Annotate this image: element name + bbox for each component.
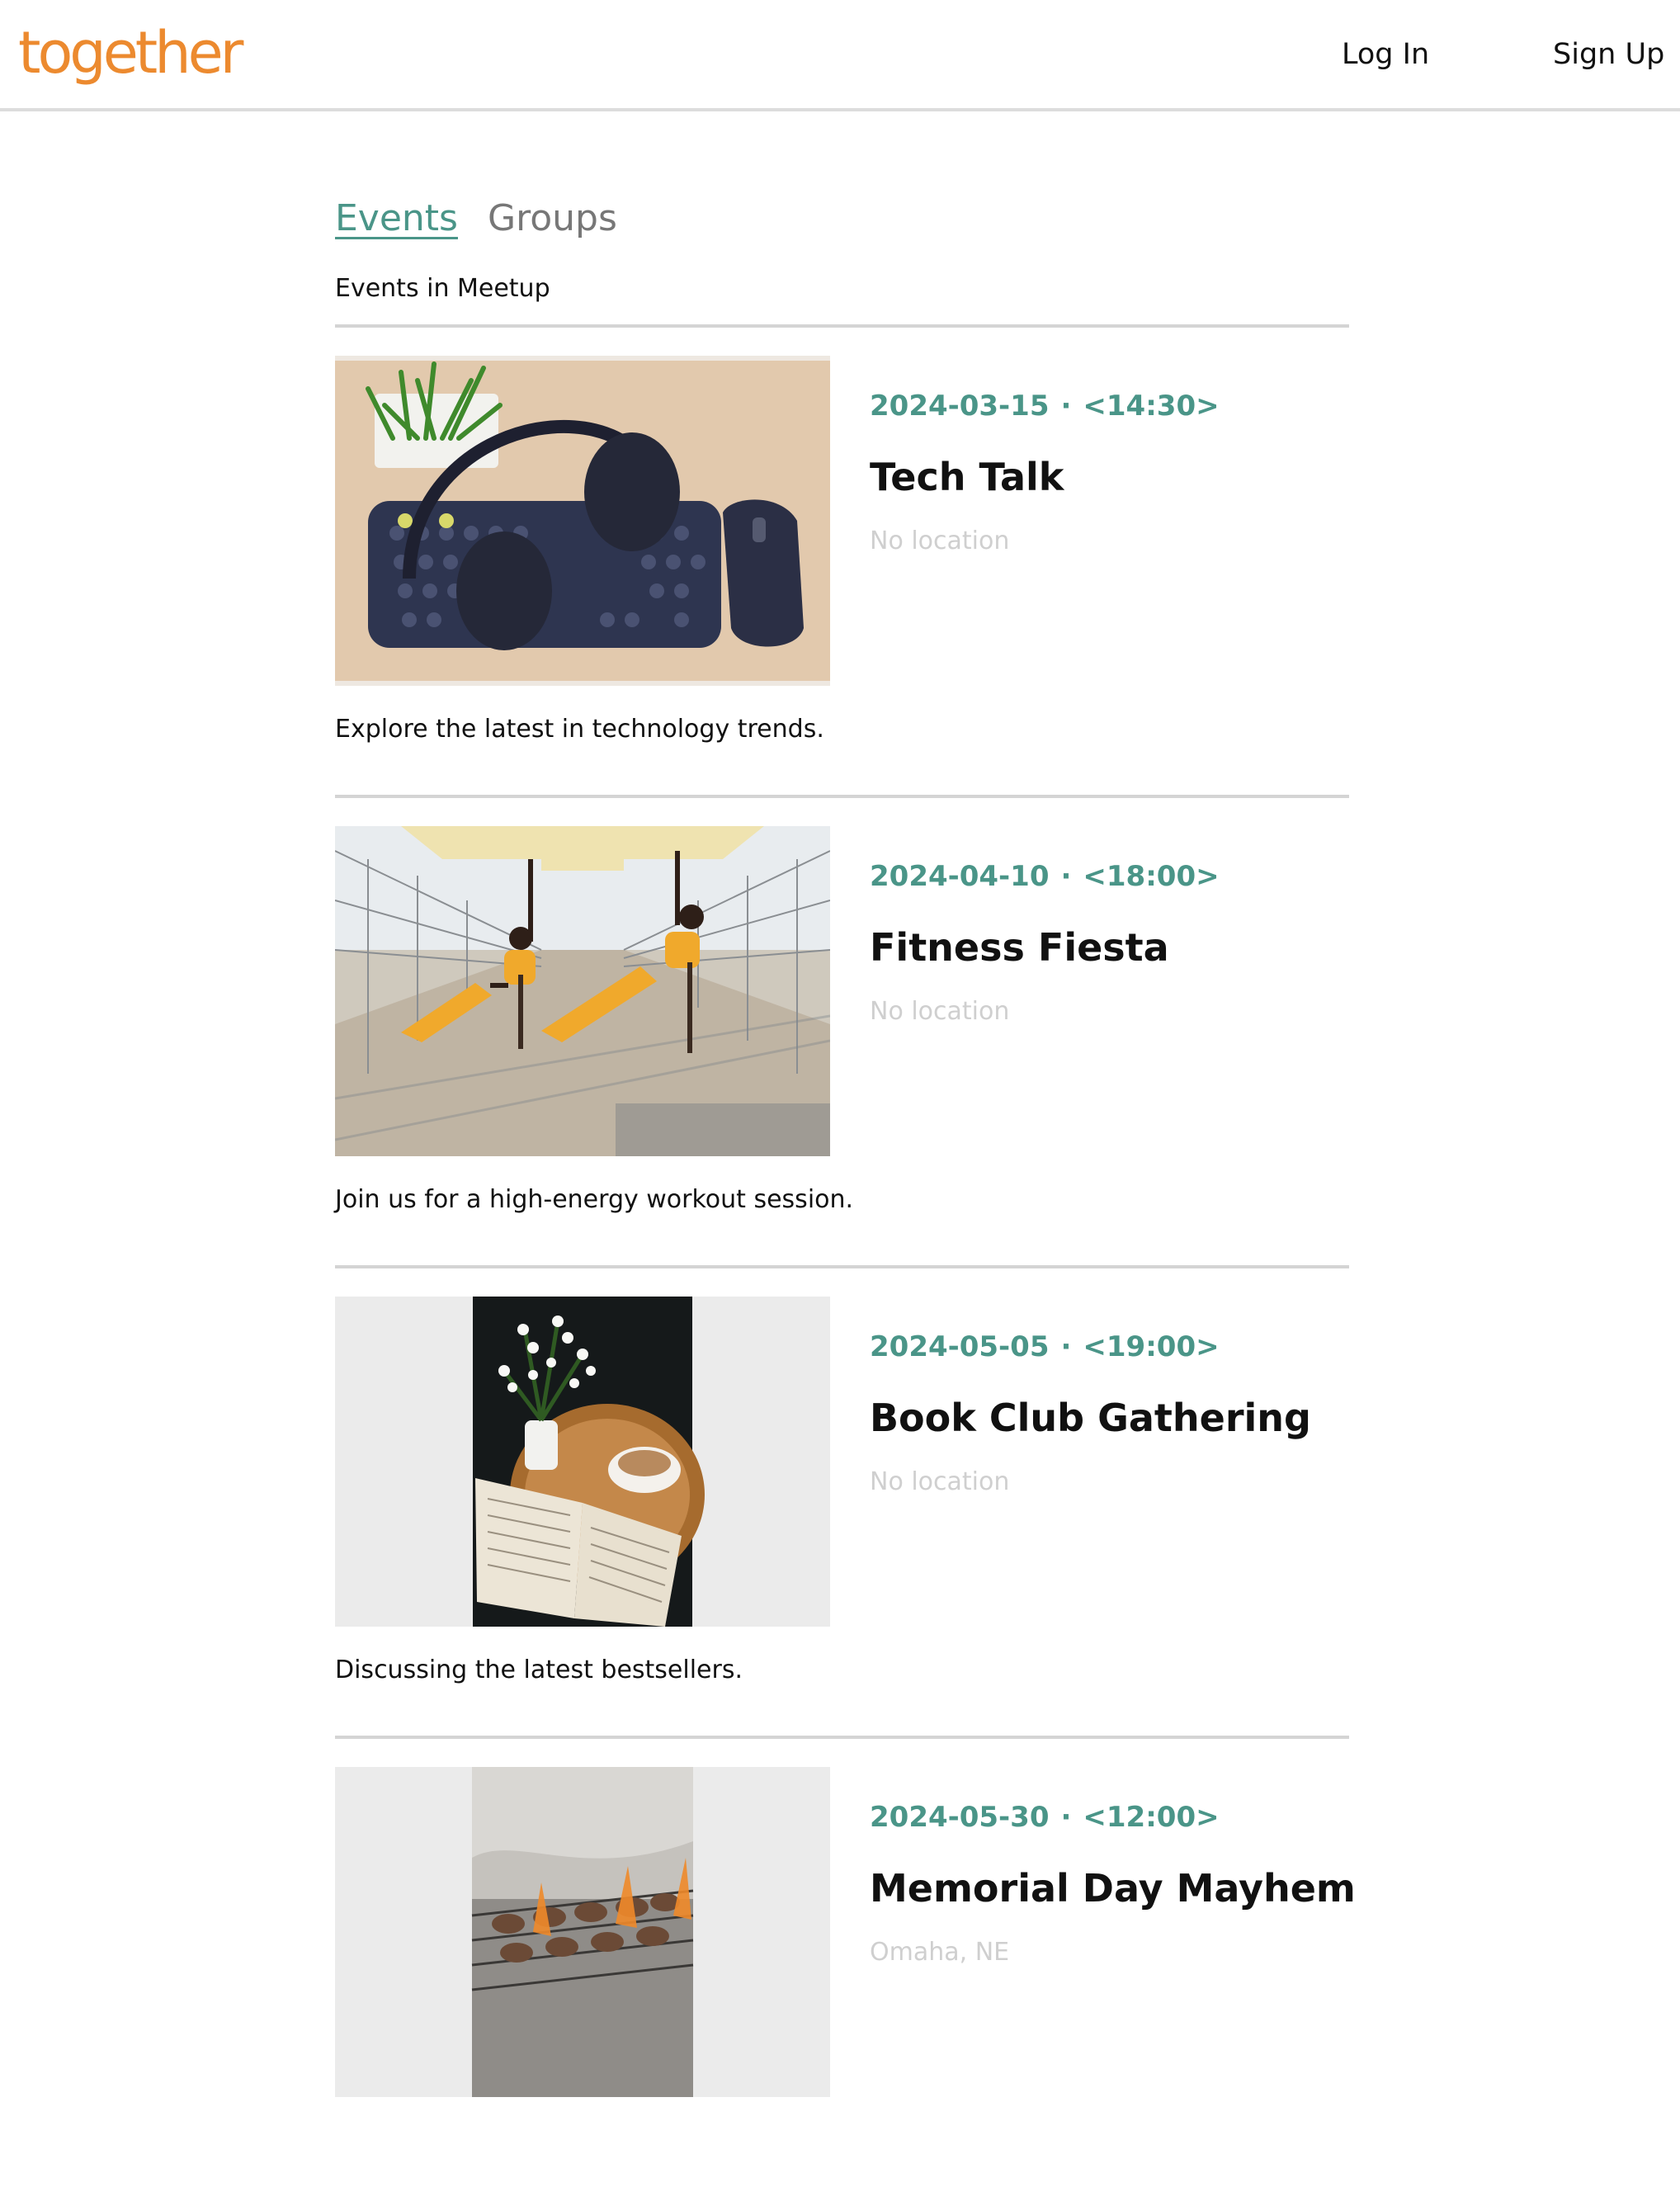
event-image-book-club-gathering[interactable] [335,1297,830,1627]
page-subtitle: Events in Meetup [335,274,550,303]
datetime-separator: · [1060,1330,1072,1363]
event-datetime: 2024-03-15 · <14:30> [870,385,1220,427]
login-link[interactable]: Log In [1342,31,1429,78]
datetime-separator: · [1060,1801,1072,1834]
book-coffee-flowers-photo [335,1297,830,1627]
event-title[interactable]: Fitness Fiesta [870,919,1169,976]
event-image-fitness-fiesta[interactable] [335,826,830,1156]
keyboard-headphones-mouse-photo [335,356,830,686]
event-datetime: 2024-04-10 · <18:00> [870,856,1220,897]
event-datetime: 2024-05-30 · <12:00> [870,1797,1220,1838]
tab-bar: Events Groups [335,190,1349,248]
event-location: No location [870,997,1010,1026]
datetime-separator: · [1060,860,1072,893]
datetime-separator: · [1060,390,1072,423]
event-description: Join us for a high-energy workout sessio… [335,1185,854,1214]
event-date: 2024-05-30 [870,1801,1050,1834]
event-location: No location [870,527,1010,555]
event-date: 2024-05-05 [870,1330,1050,1363]
event-datetime: 2024-05-05 · <19:00> [870,1326,1220,1368]
event-date: 2024-04-10 [870,860,1050,893]
event-card[interactable]: 2024-03-15 · <14:30> Tech Talk No location… [335,324,1349,795]
event-description: Discussing the latest bestsellers. [335,1656,743,1684]
event-title[interactable]: Memorial Day Mayhem [870,1859,1356,1917]
grill-burgers-photo [335,1767,830,2097]
main-content: Events Groups Events in Meetup 2024-03-1… [335,190,1356,2097]
event-image-memorial-day-mayhem[interactable] [335,1767,830,2097]
tab-events[interactable]: Events [335,190,458,248]
tab-groups[interactable]: Groups [488,190,617,248]
event-description: Explore the latest in technology trends. [335,715,824,744]
side-plank-workout-photo [335,826,830,1156]
event-title[interactable]: Book Club Gathering [870,1389,1311,1447]
event-image-tech-talk[interactable] [335,356,830,686]
event-location: No location [870,1467,1010,1496]
event-card[interactable]: 2024-05-30 · <12:00> Memorial Day Mayhem O… [335,1736,1356,2206]
event-time: <19:00> [1083,1330,1220,1363]
event-time: <14:30> [1083,390,1220,423]
event-card[interactable]: 2024-04-10 · <18:00> Fitness Fiesta No loc… [335,795,1349,1265]
event-card[interactable]: 2024-05-05 · <19:00> Book Club Gathering N… [335,1265,1349,1736]
event-date: 2024-03-15 [870,390,1050,423]
event-title[interactable]: Tech Talk [870,448,1064,506]
top-nav: together Log In Sign Up [0,0,1680,111]
event-time: <18:00> [1083,860,1220,893]
event-time: <12:00> [1083,1801,1220,1834]
together-logo[interactable]: together [18,12,243,94]
signup-link[interactable]: Sign Up [1553,31,1664,78]
